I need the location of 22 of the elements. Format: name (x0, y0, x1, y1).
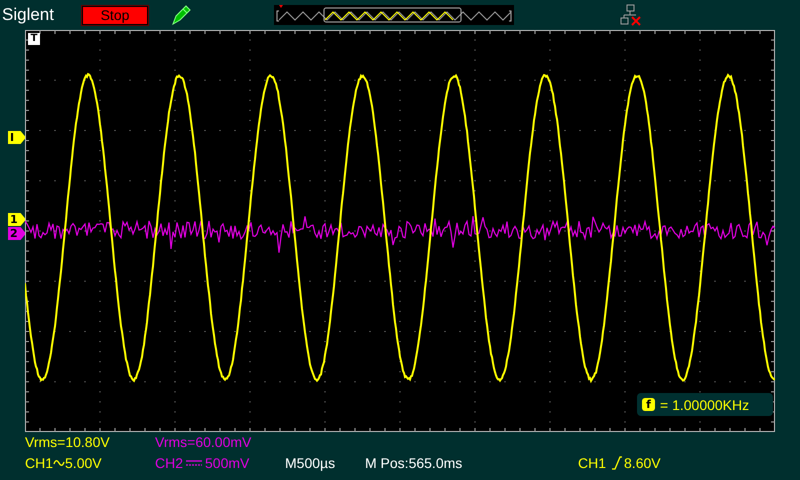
channel-marker: 2 (8, 227, 26, 240)
ac-coupling-icon (53, 458, 66, 468)
dc-coupling-icon (186, 459, 202, 467)
run-stop-button[interactable]: Stop (82, 6, 148, 24)
frequency-value: = 1.00000KHz (660, 396, 750, 412)
timebase-label: M500µs (285, 455, 336, 471)
channel-marker: 1 (8, 213, 26, 226)
network-disconnected-icon (620, 4, 642, 26)
channel-scale: 5.00V (65, 455, 102, 471)
channel-name: CH2 (155, 455, 184, 471)
rms-measurement: Vrms=10.80V (25, 434, 111, 450)
rms-measurement: Vrms=60.00mV (155, 434, 252, 450)
brand-label: Siglent (2, 5, 55, 25)
trigger-level: 8.60V (624, 455, 661, 471)
trigger-position-marker: T (28, 33, 40, 45)
frequency-label: f (642, 398, 655, 411)
trigger-level-marker: I (8, 131, 26, 144)
channel-name: CH1 (25, 455, 54, 471)
trigger-source: CH1 (578, 455, 606, 471)
horizontal-position-label: M Pos:565.0ms (365, 455, 464, 471)
rising-edge-icon (612, 456, 622, 470)
channel-scale: 500mV (205, 455, 250, 471)
